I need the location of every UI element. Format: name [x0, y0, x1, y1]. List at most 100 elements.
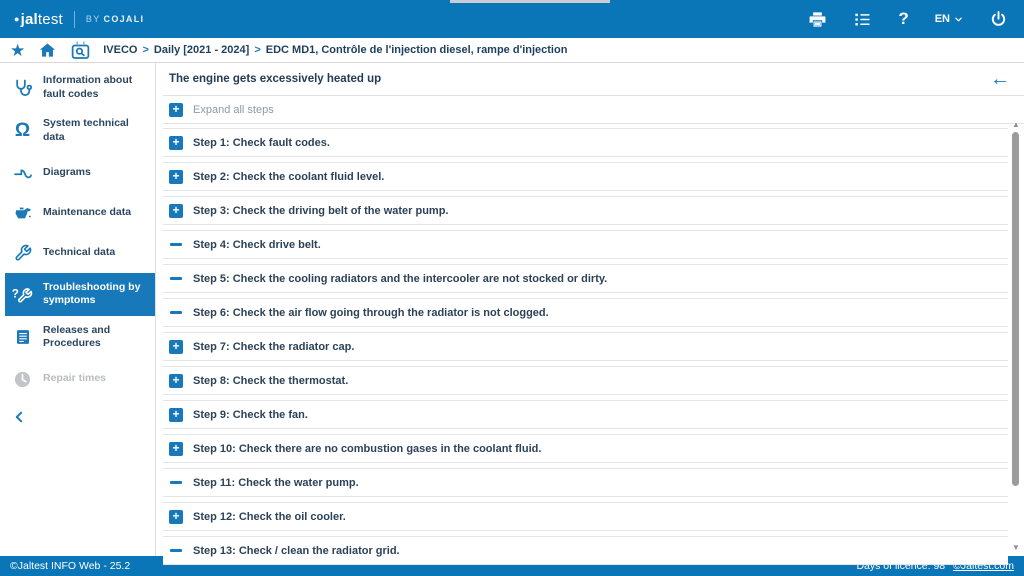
sidebar-item-label: Releases and Procedures — [43, 324, 153, 351]
sidebar-item-label: Maintenance data — [43, 206, 131, 220]
expand-all-label: Expand all steps — [193, 104, 274, 116]
plus-icon: + — [169, 340, 183, 354]
cojali-logo: BYCOJALI — [86, 14, 144, 24]
diagram-icon — [9, 161, 36, 185]
breadcrumb-item-daily-2021-2024[interactable]: Daily [2021 - 2024] — [154, 44, 249, 56]
expand-all-steps-button[interactable]: + Expand all steps — [163, 96, 1024, 124]
sidebar-item-label: Repair times — [43, 372, 106, 386]
breadcrumb-icons: ★ — [10, 40, 91, 61]
main-layout: Information about fault codes Ω System t… — [0, 63, 1024, 556]
sidebar-item-system-technical-data[interactable]: Ω System technical data — [0, 109, 155, 152]
step-row-1[interactable]: + Step 1: Check fault codes. — [163, 128, 1008, 157]
breadcrumb-item-iveco[interactable]: IVECO — [103, 44, 137, 56]
steps-list: + Step 1: Check fault codes. + Step 2: C… — [163, 128, 1024, 565]
sidebar-item-label: System technical data — [43, 117, 153, 144]
step-label: Step 5: Check the cooling radiators and … — [193, 273, 607, 285]
step-row-5[interactable]: Step 5: Check the cooling radiators and … — [163, 264, 1008, 293]
sidebar-item-label: Technical data — [43, 246, 115, 260]
back-arrow-icon[interactable]: ← — [990, 69, 1010, 89]
step-row-10[interactable]: + Step 10: Check there are no combustion… — [163, 434, 1008, 463]
step-label: Step 2: Check the coolant fluid level. — [193, 171, 384, 183]
minus-icon — [169, 238, 183, 252]
sidebar-item-label: Diagrams — [43, 166, 91, 180]
step-row-7[interactable]: + Step 7: Check the radiator cap. — [163, 332, 1008, 361]
svg-text:?: ? — [11, 288, 18, 301]
scroll-down-icon[interactable]: ▼ — [1011, 544, 1021, 552]
power-icon[interactable] — [989, 10, 1008, 29]
topbar-actions: ? EN — [808, 9, 1008, 29]
scrollbar-thumb[interactable] — [1012, 132, 1019, 486]
step-row-9[interactable]: + Step 9: Check the fan. — [163, 400, 1008, 429]
plus-icon: + — [169, 136, 183, 150]
plus-icon: + — [169, 510, 183, 524]
list-menu-icon[interactable] — [853, 10, 872, 29]
breadcrumb-item-edc-md1-contr-le-de-l-injectio[interactable]: EDC MD1, Contrôle de l'injection diesel,… — [266, 44, 568, 56]
oilcan-icon — [9, 201, 36, 225]
content-header: The engine gets excessively heated up ← — [163, 63, 1024, 96]
sidebar-item-diagrams[interactable]: Diagrams — [0, 153, 155, 193]
page-title: The engine gets excessively heated up — [169, 73, 381, 85]
search-history-icon[interactable] — [70, 40, 91, 61]
step-label: Step 10: Check there are no combustion g… — [193, 443, 541, 455]
language-selector[interactable]: EN — [935, 13, 963, 25]
help-icon[interactable]: ? — [898, 9, 908, 29]
browser-tab-artifact — [450, 0, 610, 3]
step-label: Step 11: Check the water pump. — [193, 477, 359, 489]
top-bar: ●jaltest BYCOJALI ? EN — [0, 0, 1024, 38]
troubleshooting-icon: ? — [9, 282, 36, 306]
collapse-sidebar-chevron-left-icon[interactable] — [13, 409, 26, 425]
sidebar-item-maintenance-data[interactable]: Maintenance data — [0, 193, 155, 233]
step-label: Step 8: Check the thermostat. — [193, 375, 348, 387]
plus-icon: + — [169, 374, 183, 388]
step-label: Step 3: Check the driving belt of the wa… — [193, 205, 448, 217]
omega-icon: Ω — [9, 119, 36, 143]
home-icon[interactable] — [38, 41, 57, 60]
sidebar-item-troubleshooting-by-symptoms[interactable]: ? Troubleshooting by symptoms — [5, 273, 155, 316]
breadcrumb-separator: > — [254, 44, 260, 56]
step-label: Step 6: Check the air flow going through… — [193, 307, 549, 319]
jaltest-logo: ●jaltest — [14, 11, 63, 28]
breadcrumb-separator: > — [142, 44, 148, 56]
footer-version: ©Jaltest INFO Web - 25.2 — [10, 560, 130, 572]
step-row-8[interactable]: + Step 8: Check the thermostat. — [163, 366, 1008, 395]
step-label: Step 1: Check fault codes. — [193, 137, 330, 149]
step-row-6[interactable]: Step 6: Check the air flow going through… — [163, 298, 1008, 327]
print-icon[interactable] — [808, 10, 827, 29]
step-row-12[interactable]: + Step 12: Check the oil cooler. — [163, 502, 1008, 531]
minus-icon — [169, 476, 183, 490]
step-row-4[interactable]: Step 4: Check drive belt. — [163, 230, 1008, 259]
sidebar-item-label: Information about fault codes — [43, 74, 153, 101]
sidebar-item-information-about-fault-codes[interactable]: Information about fault codes — [0, 66, 155, 109]
vertical-scrollbar[interactable]: ▲ ▼ — [1011, 121, 1021, 554]
logo-divider — [74, 11, 75, 28]
sidebar-item-technical-data[interactable]: Technical data — [0, 233, 155, 273]
plus-icon: + — [169, 204, 183, 218]
minus-icon — [169, 306, 183, 320]
step-label: Step 12: Check the oil cooler. — [193, 511, 346, 523]
step-label: Step 7: Check the radiator cap. — [193, 341, 354, 353]
minus-icon — [169, 544, 183, 558]
step-label: Step 9: Check the fan. — [193, 409, 308, 421]
step-row-3[interactable]: + Step 3: Check the driving belt of the … — [163, 196, 1008, 225]
step-row-11[interactable]: Step 11: Check the water pump. — [163, 468, 1008, 497]
plus-icon: + — [169, 170, 183, 184]
scroll-up-icon[interactable]: ▲ — [1011, 121, 1021, 129]
content-panel: The engine gets excessively heated up ← … — [156, 63, 1024, 556]
step-label: Step 13: Check / clean the radiator grid… — [193, 545, 400, 557]
plus-icon: + — [169, 103, 183, 117]
wrench-icon — [9, 241, 36, 265]
sidebar-item-repair-times[interactable]: Repair times — [0, 359, 155, 399]
sidebar-item-releases-and-procedures[interactable]: Releases and Procedures — [0, 316, 155, 359]
step-label: Step 4: Check drive belt. — [193, 239, 321, 251]
step-row-13[interactable]: Step 13: Check / clean the radiator grid… — [163, 536, 1008, 565]
language-label: EN — [935, 13, 950, 25]
breadcrumb: IVECO > Daily [2021 - 2024] > EDC MD1, Contr… — [103, 44, 567, 56]
document-icon — [9, 325, 36, 349]
step-row-2[interactable]: + Step 2: Check the coolant fluid level. — [163, 162, 1008, 191]
plus-icon: + — [169, 442, 183, 456]
breadcrumb-bar: ★ IVECO > Daily [2021 - 2024] > EDC MD1, Con… — [0, 38, 1024, 63]
stethoscope-icon — [9, 76, 36, 100]
favorite-star-icon[interactable]: ★ — [10, 42, 25, 59]
plus-icon: + — [169, 408, 183, 422]
logo-dot-icon: ● — [14, 14, 20, 24]
